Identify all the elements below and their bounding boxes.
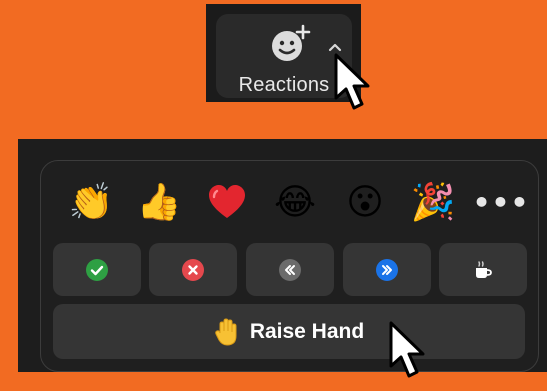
open-mouth-icon[interactable]: 😮 xyxy=(339,177,391,229)
tears-of-joy-icon[interactable]: 😂 xyxy=(269,177,321,229)
thumbs-up-icon[interactable]: 👍 xyxy=(133,177,185,229)
speed-up-button[interactable] xyxy=(343,243,431,296)
no-button[interactable] xyxy=(149,243,237,296)
yes-button[interactable] xyxy=(53,243,141,296)
mouse-pointer-icon xyxy=(389,321,425,378)
mouse-pointer-icon xyxy=(334,53,370,110)
nonverbal-feedback-row xyxy=(53,243,527,296)
reactions-label: Reactions xyxy=(238,74,330,96)
red-heart-icon[interactable] xyxy=(201,177,253,229)
coffee-button[interactable] xyxy=(439,243,527,296)
x-icon xyxy=(182,258,204,281)
raise-hand-label: Raise Hand xyxy=(249,319,365,343)
check-icon xyxy=(86,258,108,281)
fast-forward-icon xyxy=(376,258,398,281)
reactions-button[interactable]: Reactions xyxy=(216,14,352,98)
coffee-icon xyxy=(476,260,492,278)
reactions-popup: 👏 👍 😂 😮 🎉 ••• Raise Hand xyxy=(40,160,539,372)
smiley-add-icon xyxy=(272,24,311,61)
chevron-up-icon[interactable] xyxy=(328,42,342,52)
rewind-icon xyxy=(279,258,301,281)
emoji-reaction-row: 👏 👍 😂 😮 🎉 ••• xyxy=(49,177,529,229)
party-popper-icon[interactable]: 🎉 xyxy=(407,177,459,229)
raise-hand-button[interactable]: Raise Hand xyxy=(53,304,525,359)
raised-hand-icon xyxy=(214,317,237,346)
more-reactions-button[interactable]: ••• xyxy=(473,177,529,229)
clapping-hands-icon[interactable]: 👏 xyxy=(65,177,117,229)
slow-down-button[interactable] xyxy=(246,243,334,296)
